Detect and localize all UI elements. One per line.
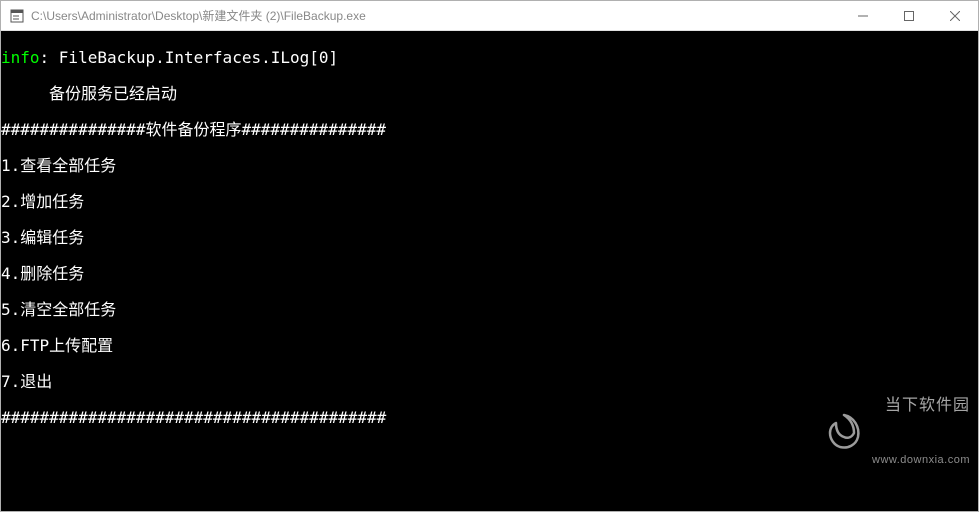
info-label: info bbox=[1, 48, 40, 67]
console-area[interactable]: info: FileBackup.Interfaces.ILog[0] 备份服务… bbox=[1, 31, 978, 511]
log-line: info: FileBackup.Interfaces.ILog[0] bbox=[1, 49, 978, 67]
divider-top: ###############软件备份程序############### bbox=[1, 121, 978, 139]
watermark-title: 当下软件园 bbox=[872, 397, 970, 415]
app-icon bbox=[9, 8, 25, 24]
menu-item-4: 4.删除任务 bbox=[1, 265, 978, 283]
watermark: 当下软件园 www.downxia.com bbox=[747, 361, 970, 505]
menu-item-5: 5.清空全部任务 bbox=[1, 301, 978, 319]
app-window: C:\Users\Administrator\Desktop\新建文件夹 (2)… bbox=[0, 0, 979, 512]
watermark-text: 当下软件园 www.downxia.com bbox=[872, 361, 970, 505]
service-status: 备份服务已经启动 bbox=[1, 85, 978, 103]
watermark-url: www.downxia.com bbox=[872, 451, 970, 469]
menu-item-6: 6.FTP上传配置 bbox=[1, 337, 978, 355]
menu-item-3: 3.编辑任务 bbox=[1, 229, 978, 247]
info-text: : FileBackup.Interfaces.ILog[0] bbox=[40, 48, 339, 67]
window-title: C:\Users\Administrator\Desktop\新建文件夹 (2)… bbox=[31, 7, 840, 24]
close-button[interactable] bbox=[932, 1, 978, 30]
window-controls bbox=[840, 1, 978, 30]
menu-item-2: 2.增加任务 bbox=[1, 193, 978, 211]
maximize-button[interactable] bbox=[886, 1, 932, 30]
menu-item-1: 1.查看全部任务 bbox=[1, 157, 978, 175]
title-bar[interactable]: C:\Users\Administrator\Desktop\新建文件夹 (2)… bbox=[1, 1, 978, 31]
watermark-logo-icon bbox=[747, 393, 864, 473]
minimize-button[interactable] bbox=[840, 1, 886, 30]
